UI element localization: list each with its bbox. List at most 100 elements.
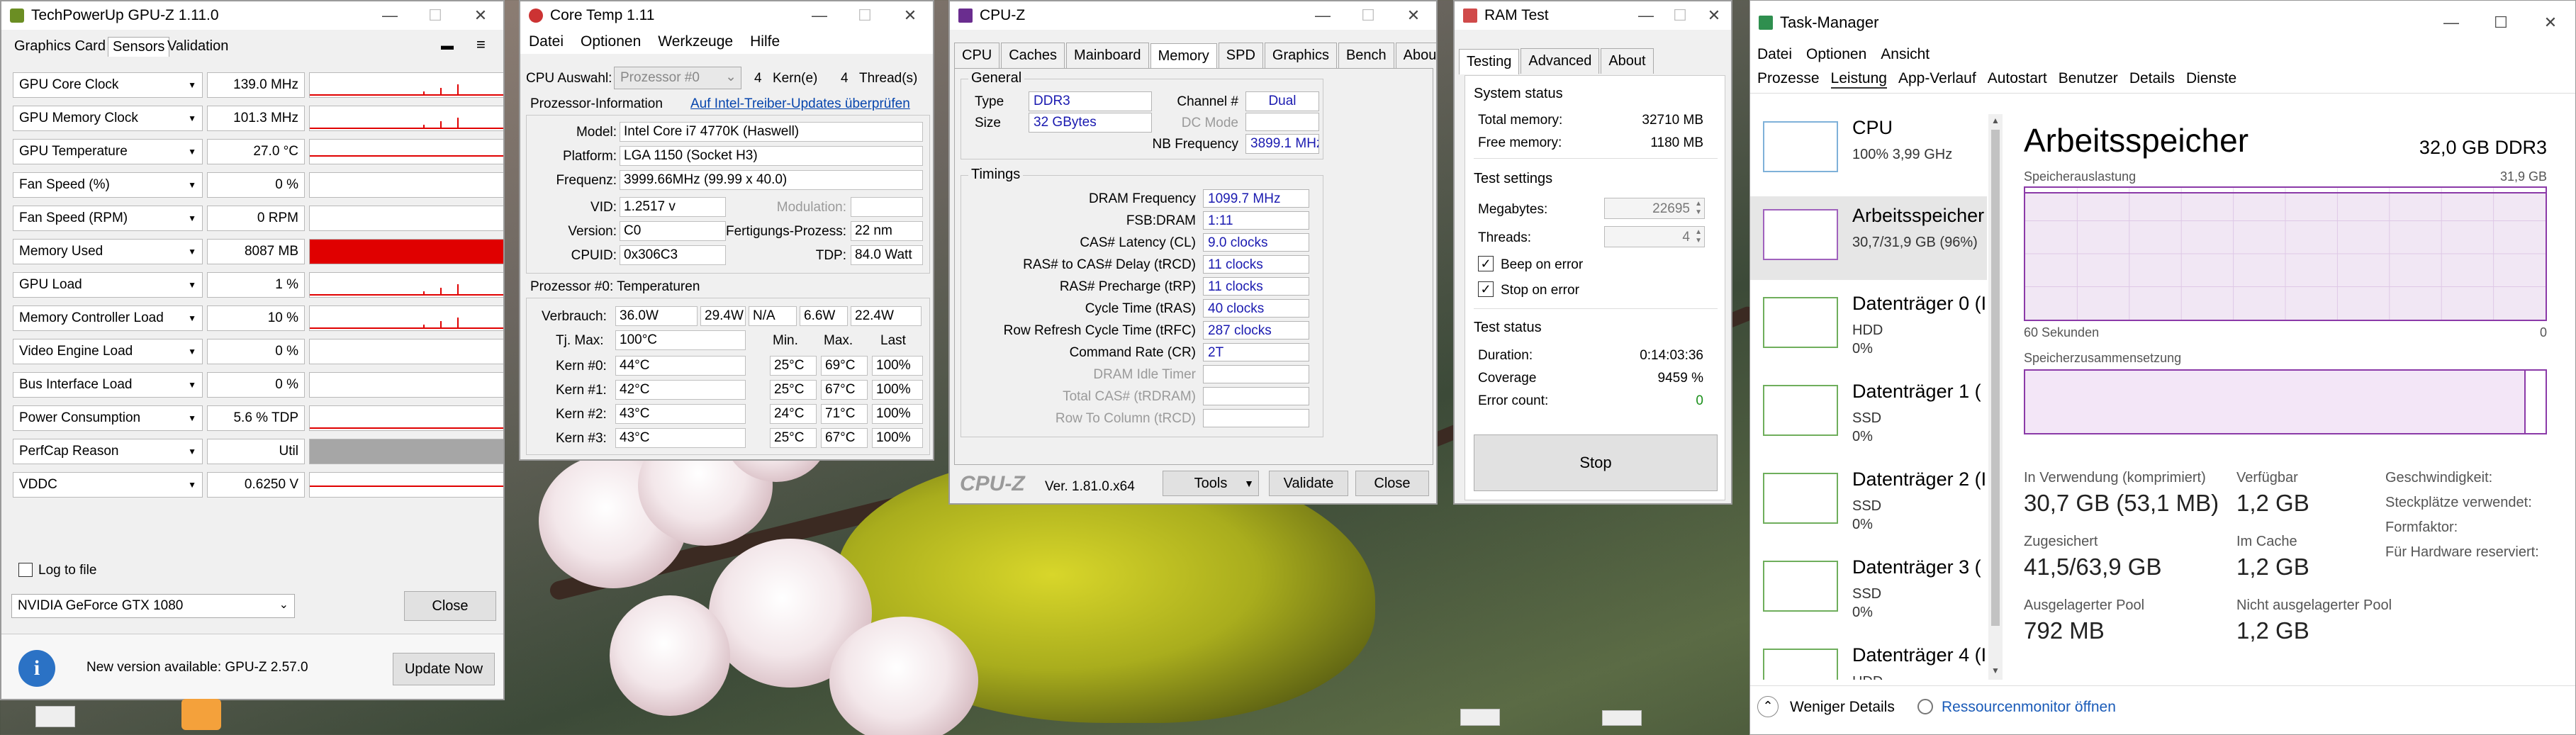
megabytes-input[interactable]: 22695 ▲ ▼ bbox=[1604, 198, 1705, 219]
validate-button[interactable]: Validate bbox=[1269, 471, 1348, 496]
sensor-name[interactable]: Fan Speed (%) ▼ bbox=[13, 172, 203, 198]
sensor-graph bbox=[309, 72, 503, 98]
close-icon[interactable]: ✕ bbox=[2526, 1, 2575, 45]
scroll-up-icon[interactable]: ▲ bbox=[1991, 116, 2000, 125]
minimize-icon[interactable]: — bbox=[1629, 1, 1663, 30]
desktop-icon[interactable] bbox=[1602, 710, 1642, 726]
ramtest-tab-about[interactable]: About bbox=[1601, 48, 1654, 74]
sensor-name[interactable]: GPU Memory Clock ▼ bbox=[13, 106, 203, 131]
spinner-icon[interactable]: ▲ ▼ bbox=[1695, 200, 1702, 217]
update-now-button[interactable]: Update Now bbox=[393, 653, 495, 685]
cpuz-tab-memory[interactable]: Memory bbox=[1150, 43, 1217, 69]
sidebar-item[interactable]: Datenträger 1 (SSD 0% bbox=[1750, 372, 1987, 456]
driver-update-link[interactable]: Auf Intel-Treiber-Updates überprüfen bbox=[690, 96, 910, 112]
menu-werkzeuge[interactable]: Werkzeuge bbox=[658, 33, 733, 50]
menu-datei[interactable]: Datei bbox=[1757, 46, 1792, 63]
close-icon[interactable]: ✕ bbox=[1697, 1, 1731, 30]
cpu-select[interactable]: Prozessor #0 ⌄ bbox=[614, 67, 741, 89]
ramtest-tab-advanced[interactable]: Advanced bbox=[1521, 48, 1600, 74]
tab-benutzer[interactable]: Benutzer bbox=[2059, 70, 2118, 89]
cpuz-tab-bench[interactable]: Bench bbox=[1338, 43, 1394, 68]
cpuz-tab-graphics[interactable]: Graphics bbox=[1264, 43, 1337, 68]
sidebar-item[interactable]: CPU 100% 3,99 GHz bbox=[1750, 108, 1987, 192]
cpuz-titlebar[interactable]: CPU-Z — ☐ ✕ bbox=[950, 1, 1436, 30]
close-icon[interactable]: ✕ bbox=[887, 1, 933, 30]
stop-button[interactable]: Stop bbox=[1474, 434, 1718, 491]
sensor-name[interactable]: GPU Load ▼ bbox=[13, 272, 203, 298]
stop-on-error-checkbox[interactable]: ✓ bbox=[1478, 281, 1494, 297]
cpuz-close-button[interactable]: Close bbox=[1355, 471, 1429, 496]
close-icon[interactable]: ✕ bbox=[458, 1, 503, 30]
gpu-select[interactable]: NVIDIA GeForce GTX 1080 ⌄ bbox=[11, 594, 295, 618]
minimize-icon[interactable]: — bbox=[367, 1, 413, 30]
maximize-icon[interactable]: ☐ bbox=[842, 1, 887, 30]
threads-input[interactable]: 4 ▲ ▼ bbox=[1604, 226, 1705, 247]
sensor-name[interactable]: Bus Interface Load ▼ bbox=[13, 372, 203, 398]
tab-leistung[interactable]: Leistung bbox=[1830, 70, 1887, 89]
resource-monitor-link[interactable]: Ressourcenmonitor öffnen bbox=[1942, 699, 2116, 716]
cpuz-tab-mainboard[interactable]: Mainboard bbox=[1066, 43, 1149, 68]
gpuz-close-button[interactable]: Close bbox=[404, 591, 496, 621]
minimize-icon[interactable]: — bbox=[797, 1, 842, 30]
tools-button[interactable]: Tools ▼ bbox=[1163, 471, 1259, 496]
sidebar-item[interactable]: Datenträger 0 (I HDD 0% bbox=[1750, 284, 1987, 368]
log-to-file-checkbox[interactable] bbox=[18, 563, 33, 577]
sensor-name[interactable]: VDDC ▼ bbox=[13, 472, 203, 498]
taskmanager-titlebar[interactable]: Task-Manager — ☐ ✕ bbox=[1750, 1, 2575, 45]
scroll-thumb[interactable] bbox=[1991, 130, 2000, 626]
tab-autostart[interactable]: Autostart bbox=[1988, 70, 2047, 89]
maximize-icon[interactable]: ☐ bbox=[2476, 1, 2526, 45]
sidebar-item[interactable]: Datenträger 2 (I SSD 0% bbox=[1750, 460, 1987, 544]
gpuz-sensor-list: GPU Core Clock ▼ 139.0 MHz GPU Memory Clock… bbox=[1, 69, 503, 509]
tab-prozesse[interactable]: Prozesse bbox=[1757, 70, 1820, 89]
sensor-name[interactable]: Memory Controller Load ▼ bbox=[13, 305, 203, 331]
maximize-icon[interactable]: ☐ bbox=[1663, 1, 1697, 30]
gpuz-tab-validation[interactable]: Validation bbox=[167, 38, 228, 55]
gpuz-tab-graphics-card[interactable]: Graphics Card bbox=[14, 38, 106, 55]
sensor-name[interactable]: Video Engine Load ▼ bbox=[13, 339, 203, 364]
sensor-name[interactable]: PerfCap Reason ▼ bbox=[13, 439, 203, 464]
fewer-details-link[interactable]: Weniger Details bbox=[1790, 699, 1895, 716]
menu-optionen[interactable]: Optionen bbox=[581, 33, 641, 50]
spinner-icon[interactable]: ▲ ▼ bbox=[1695, 228, 1702, 245]
sidebar-scrollbar[interactable]: ▲ ▼ bbox=[1988, 114, 2003, 680]
cpuz-tab-caches[interactable]: Caches bbox=[1001, 43, 1065, 68]
scroll-down-icon[interactable]: ▼ bbox=[1991, 666, 2000, 675]
beep-on-error-checkbox[interactable]: ✓ bbox=[1478, 256, 1494, 271]
maximize-icon[interactable]: ☐ bbox=[413, 1, 458, 30]
sidebar-item[interactable]: Arbeitsspeicher 30,7/31,9 GB (96%) bbox=[1750, 196, 1987, 280]
sensor-name[interactable]: Power Consumption ▼ bbox=[13, 405, 203, 431]
menu-ansicht[interactable]: Ansicht bbox=[1881, 46, 1930, 63]
tab-app-verlauf[interactable]: App-Verlauf bbox=[1898, 70, 1976, 89]
cpuz-tab-about[interactable]: About bbox=[1395, 43, 1436, 68]
menu-datei[interactable]: Datei bbox=[529, 33, 564, 50]
sidebar-item[interactable]: Datenträger 3 (SSD 0% bbox=[1750, 548, 1987, 632]
cpuz-tab-cpu[interactable]: CPU bbox=[954, 43, 1000, 68]
sensor-name[interactable]: Fan Speed (RPM) ▼ bbox=[13, 206, 203, 231]
ramtest-titlebar[interactable]: RAM Test — ☐ ✕ bbox=[1455, 1, 1731, 30]
gpuz-tab-sensors[interactable]: Sensors bbox=[108, 37, 170, 57]
desktop-icon[interactable] bbox=[35, 706, 75, 727]
tab-details[interactable]: Details bbox=[2129, 70, 2175, 89]
maximize-icon[interactable]: ☐ bbox=[1345, 1, 1391, 30]
menu-hilfe[interactable]: Hilfe bbox=[750, 33, 780, 50]
ramtest-tab-testing[interactable]: Testing bbox=[1459, 49, 1520, 74]
tab-dienste[interactable]: Dienste bbox=[2186, 70, 2236, 89]
desktop-icon[interactable] bbox=[181, 699, 221, 730]
menu-optionen[interactable]: Optionen bbox=[1806, 46, 1866, 63]
sidebar-item[interactable]: Datenträger 4 (I HDD bbox=[1750, 636, 1987, 680]
cpuz-tab-spd[interactable]: SPD bbox=[1218, 43, 1263, 68]
coretemp-titlebar[interactable]: Core Temp 1.11 — ☐ ✕ bbox=[520, 1, 933, 30]
sensor-name[interactable]: GPU Core Clock ▼ bbox=[13, 72, 203, 98]
desktop-icon[interactable] bbox=[1460, 709, 1500, 726]
hamburger-menu-icon[interactable]: ≡ bbox=[476, 35, 486, 54]
close-icon[interactable]: ✕ bbox=[1391, 1, 1436, 30]
timing-label: Command Rate (CR) bbox=[1069, 345, 1196, 360]
sensor-name[interactable]: Memory Used ▼ bbox=[13, 239, 203, 264]
minimize-icon[interactable]: — bbox=[1300, 1, 1345, 30]
minimize-icon[interactable]: — bbox=[2426, 1, 2476, 45]
gpuz-titlebar[interactable]: TechPowerUp GPU-Z 1.11.0 — ☐ ✕ bbox=[1, 1, 503, 30]
sensor-name[interactable]: GPU Temperature ▼ bbox=[13, 139, 203, 164]
camera-icon[interactable]: ▬ bbox=[441, 38, 454, 53]
chevron-up-icon[interactable]: ⌃ bbox=[1757, 696, 1779, 717]
